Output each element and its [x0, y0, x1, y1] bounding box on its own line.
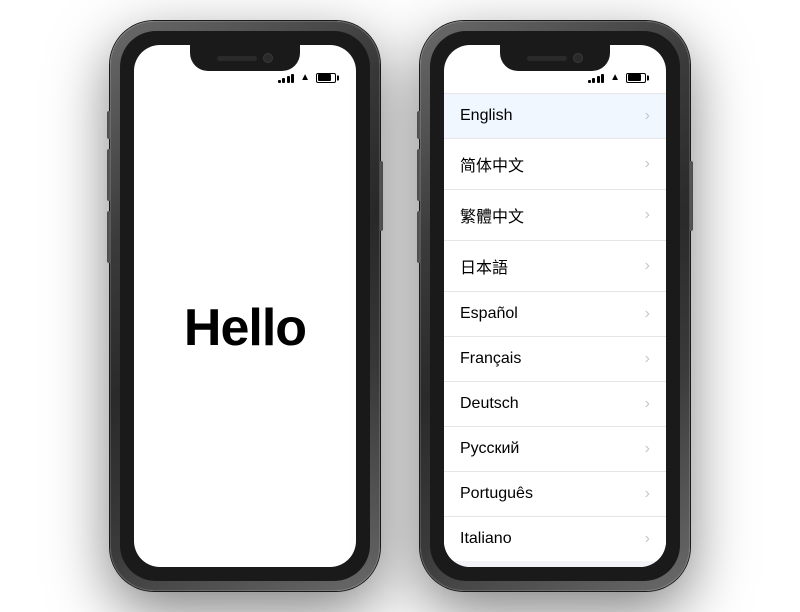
- power-button-2: [690, 161, 693, 231]
- status-icons-2: ▲: [588, 72, 646, 83]
- language-phone: ▲ English › 简体中文 ›: [420, 21, 690, 591]
- power-button: [380, 161, 383, 231]
- chevron-icon: ›: [645, 257, 650, 275]
- volume-down-button: [107, 211, 110, 263]
- chevron-icon: ›: [645, 305, 650, 323]
- language-name: 日本語: [460, 254, 508, 278]
- volume-up-button: [107, 149, 110, 201]
- list-item[interactable]: Deutsch ›: [444, 382, 666, 427]
- battery-fill-2: [628, 74, 641, 81]
- chevron-icon: ›: [645, 530, 650, 548]
- camera-1: [263, 53, 273, 63]
- language-name: Italiano: [460, 530, 512, 548]
- volume-down-button-2: [417, 211, 420, 263]
- list-item[interactable]: 繁體中文 ›: [444, 190, 666, 241]
- notch-2: [500, 45, 610, 71]
- language-name: Deutsch: [460, 395, 519, 413]
- chevron-icon: ›: [645, 395, 650, 413]
- battery-icon-2: [626, 73, 646, 83]
- language-name: English: [460, 107, 512, 125]
- signal-icon-2: [588, 73, 605, 83]
- list-item[interactable]: Português ›: [444, 472, 666, 517]
- status-icons-1: ▲: [278, 72, 336, 83]
- chevron-icon: ›: [645, 350, 650, 368]
- language-name: 繁體中文: [460, 203, 524, 227]
- mute-button-2: [417, 111, 420, 139]
- battery-icon-1: [316, 73, 336, 83]
- speaker-2: [527, 56, 567, 61]
- mute-button: [107, 111, 110, 139]
- list-item[interactable]: 日本語 ›: [444, 241, 666, 292]
- chevron-icon: ›: [645, 107, 650, 125]
- list-item[interactable]: Русский ›: [444, 427, 666, 472]
- phone-screen-1: ▲ Hello: [134, 45, 356, 567]
- language-name: Español: [460, 305, 518, 323]
- chevron-icon: ›: [645, 206, 650, 224]
- phone-screen-2: ▲ English › 简体中文 ›: [444, 45, 666, 567]
- hello-phone: ▲ Hello: [110, 21, 380, 591]
- language-list: English › 简体中文 › 繁體中文 › 日本語 ›: [444, 93, 666, 567]
- camera-2: [573, 53, 583, 63]
- language-name: Français: [460, 350, 521, 368]
- chevron-icon: ›: [645, 440, 650, 458]
- chevron-icon: ›: [645, 485, 650, 503]
- list-item[interactable]: 简体中文 ›: [444, 139, 666, 190]
- phone-screen-area-1: ▲ Hello: [120, 31, 370, 581]
- volume-up-button-2: [417, 149, 420, 201]
- language-name: 简体中文: [460, 152, 524, 176]
- phone-content-1: Hello: [134, 89, 356, 567]
- list-item[interactable]: Español ›: [444, 292, 666, 337]
- phone-screen-area-2: ▲ English › 简体中文 ›: [430, 31, 680, 581]
- signal-bar-4: [291, 74, 294, 83]
- chevron-icon: ›: [645, 155, 650, 173]
- list-item[interactable]: Français ›: [444, 337, 666, 382]
- list-item[interactable]: English ›: [444, 93, 666, 139]
- wifi-icon-2: ▲: [610, 72, 620, 83]
- signal-bar-1: [278, 80, 281, 83]
- battery-fill-1: [318, 74, 331, 81]
- language-name: Русский: [460, 440, 519, 458]
- notch-1: [190, 45, 300, 71]
- language-name: Português: [460, 485, 533, 503]
- hello-text: Hello: [184, 298, 306, 358]
- signal-bar-3: [287, 76, 290, 83]
- language-list-content: English › 简体中文 › 繁體中文 › 日本語 ›: [444, 89, 666, 567]
- list-item[interactable]: Italiano ›: [444, 517, 666, 561]
- speaker-1: [217, 56, 257, 61]
- signal-icon-1: [278, 73, 295, 83]
- signal-bar-2: [282, 78, 285, 83]
- wifi-icon-1: ▲: [300, 72, 310, 83]
